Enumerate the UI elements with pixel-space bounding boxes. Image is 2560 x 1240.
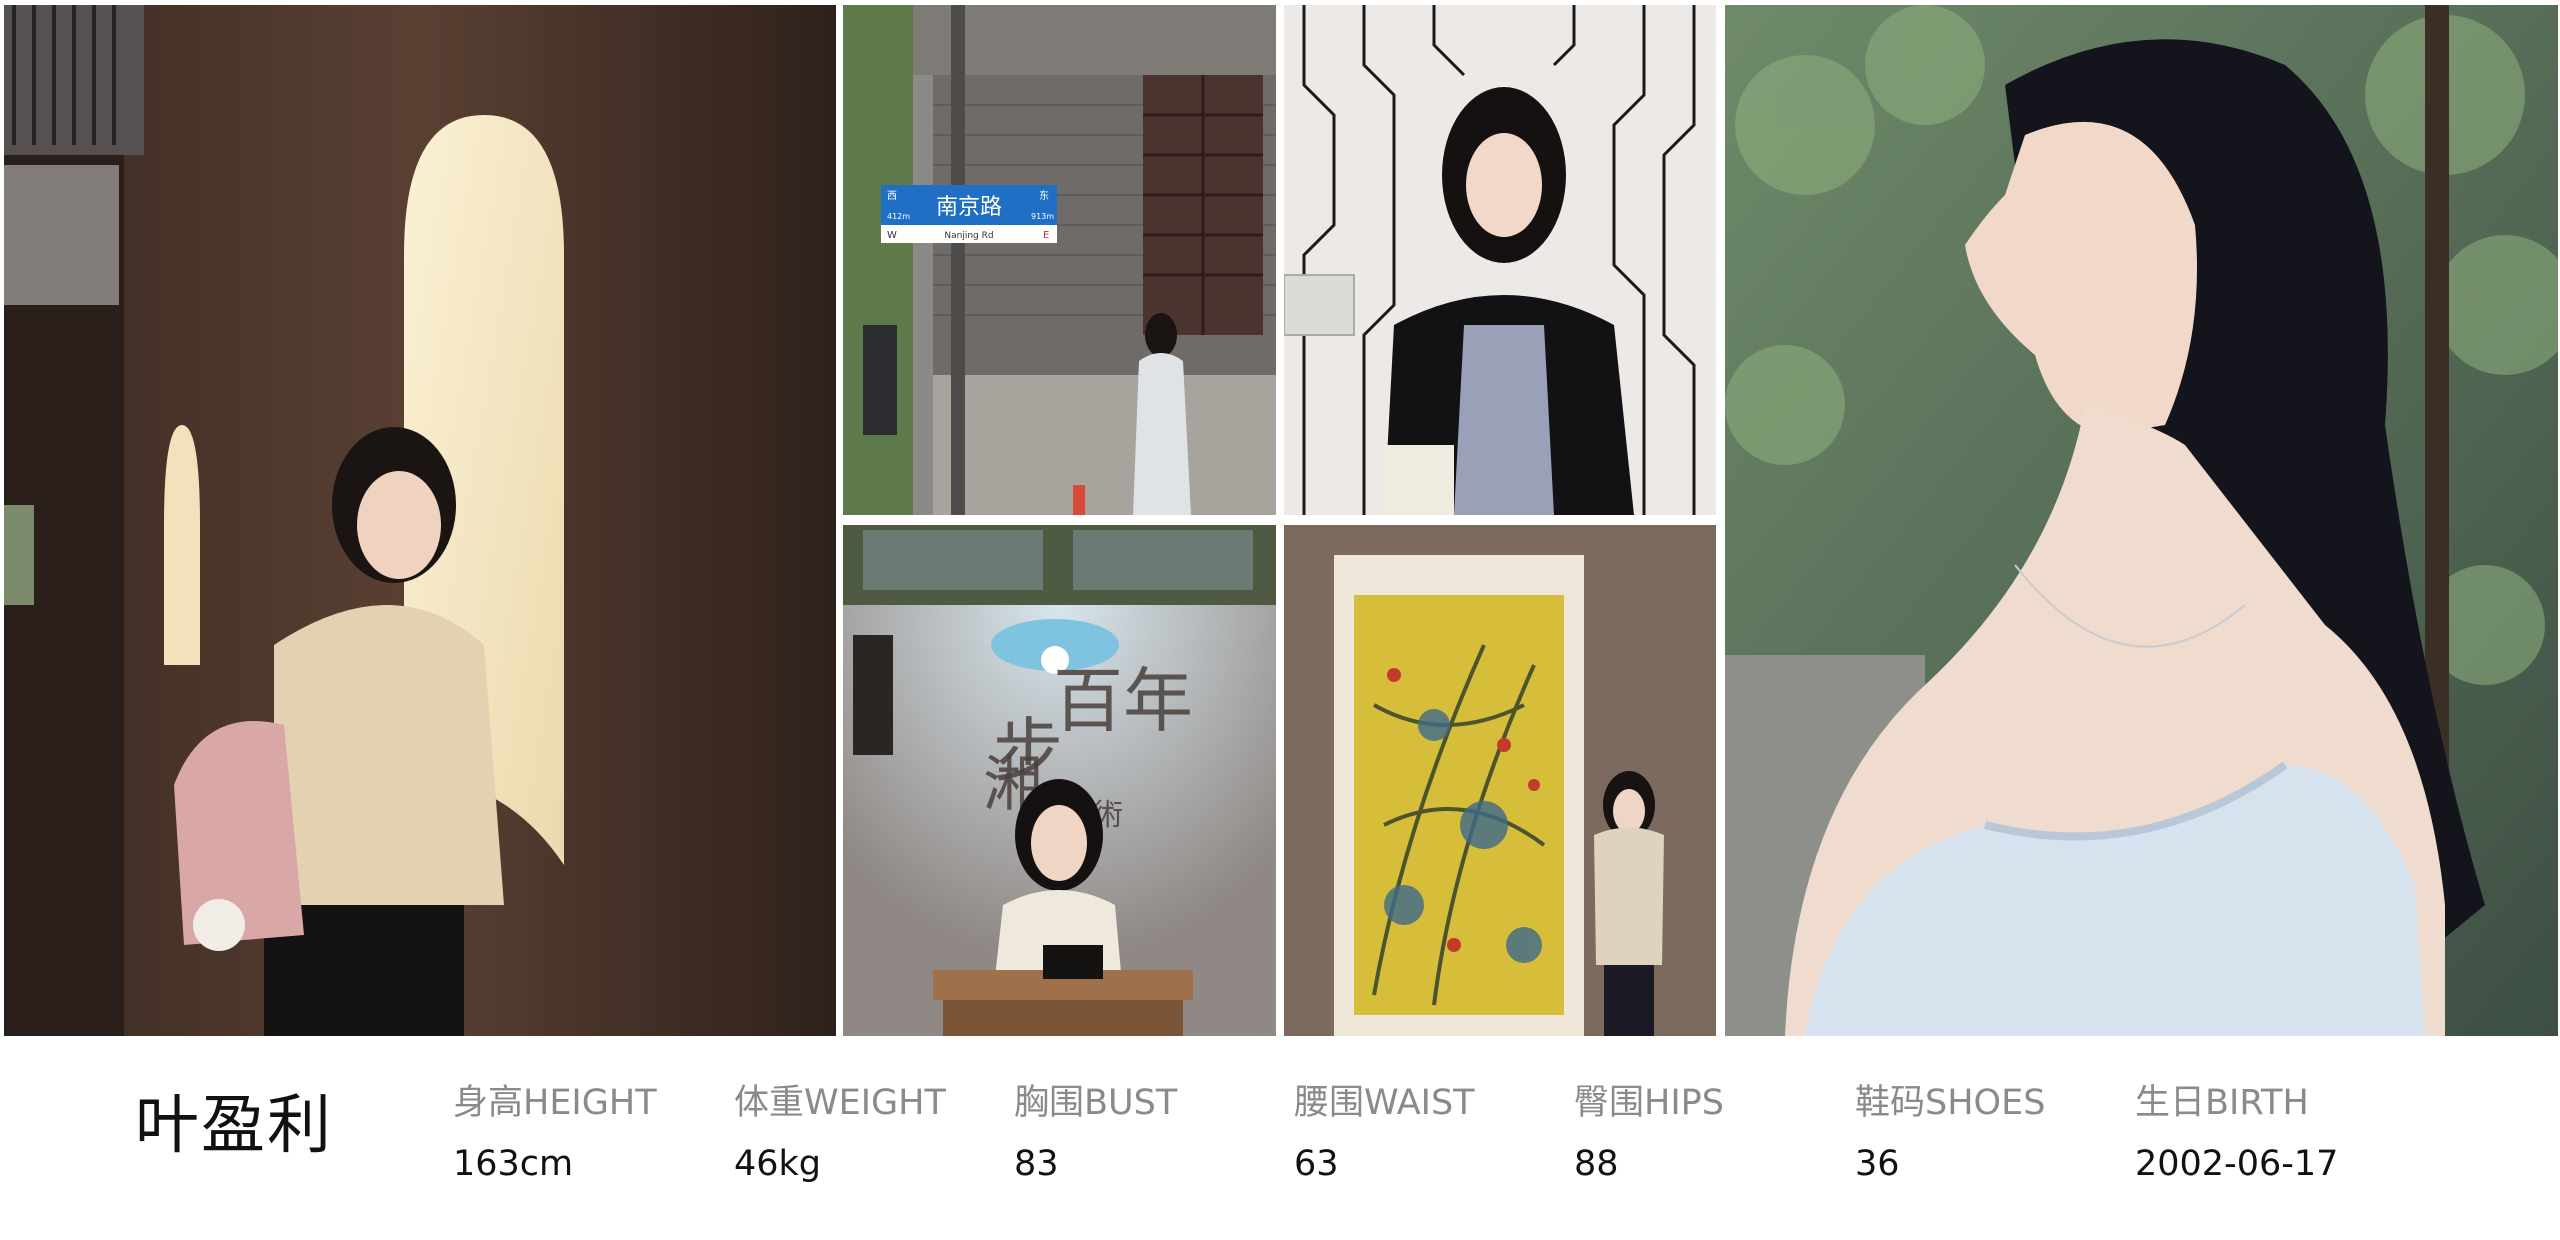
poster-line-1: 百年	[1053, 660, 1193, 742]
stat-birth-value: 2002-06-17	[2135, 1144, 2339, 1184]
stat-weight-label: 体重WEIGHT	[734, 1083, 946, 1123]
stat-hips-value: 88	[1574, 1144, 1619, 1184]
street-sign-e: E	[1043, 230, 1049, 241]
photo-street-sign: 南京路 西 412m 东 913m Nanjing Rd W E	[843, 5, 1276, 515]
stat-bust-label: 胸围BUST	[1014, 1083, 1178, 1123]
stat-bust-value: 83	[1014, 1144, 1059, 1184]
stat-shoes: 鞋码SHOES 36	[1855, 1086, 2045, 1182]
street-sign-east: 东	[1039, 189, 1049, 202]
stat-waist: 腰围WAIST 63	[1294, 1086, 1475, 1182]
stat-height-value: 163cm	[453, 1144, 574, 1184]
stat-waist-value: 63	[1294, 1144, 1339, 1184]
stat-hips-label: 臀围HIPS	[1574, 1083, 1724, 1123]
street-sign-west: 西	[887, 191, 897, 202]
stat-shoes-label: 鞋码SHOES	[1855, 1083, 2046, 1123]
stat-height: 身高HEIGHT 163cm	[453, 1086, 657, 1182]
stat-height-label: 身高HEIGHT	[453, 1083, 657, 1123]
photo-telephone-lamp: 步 百年 湘 美術	[843, 525, 1276, 1036]
street-sign-east-distance: 913m	[1031, 212, 1054, 221]
street-sign-name: 南京路	[936, 195, 1002, 220]
model-name: 叶盈利	[135, 1089, 333, 1163]
stat-weight: 体重WEIGHT 46kg	[734, 1086, 946, 1182]
photo-patterned-wall	[1284, 5, 1716, 515]
photo-profile-portrait	[1725, 5, 2558, 1036]
stat-weight-value: 46kg	[734, 1144, 822, 1184]
stat-birth: 生日BIRTH 2002-06-17	[2135, 1086, 2338, 1182]
stat-waist-label: 腰围WAIST	[1294, 1083, 1475, 1123]
photo-painting-gallery	[1284, 525, 1716, 1036]
street-sign-pinyin: Nanjing Rd	[944, 231, 993, 241]
photo-arched-window	[4, 5, 836, 1036]
stat-shoes-value: 36	[1855, 1144, 1900, 1184]
street-sign-w: W	[887, 230, 897, 241]
stat-hips: 臀围HIPS 88	[1574, 1086, 1724, 1182]
stat-birth-label: 生日BIRTH	[2135, 1083, 2309, 1123]
stat-bust: 胸围BUST 83	[1014, 1086, 1177, 1182]
street-sign-west-distance: 412m	[887, 212, 910, 221]
